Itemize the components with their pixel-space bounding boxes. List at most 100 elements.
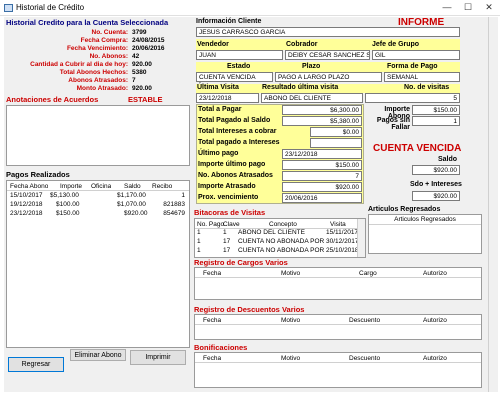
pagos-grid[interactable]: Fecha Abono Importe Oficina Saldo Recibo… xyxy=(6,180,190,348)
novisitas-field[interactable]: 5 xyxy=(365,93,460,103)
totals-row: Total a Pagar $6,300.00 xyxy=(198,105,362,116)
table-row[interactable]: 1 1 ABONO DEL CLIENTE 15/11/2017 xyxy=(195,229,358,238)
jefe-field[interactable]: GIL xyxy=(372,50,460,60)
totals-row: No. Abonos Atrasados 7 xyxy=(198,171,362,182)
col-header[interactable]: Saldo xyxy=(124,182,141,191)
status-label: ESTABLE xyxy=(128,95,163,104)
pagos-grid-header: Fecha Abono Importe Oficina Saldo Recibo xyxy=(7,181,189,191)
descuentos-grid-header: Fecha Motivo Descuento Autorizo xyxy=(195,315,481,325)
col-header[interactable]: Autorizo xyxy=(423,269,447,278)
cargos-grid-header: Fecha Motivo Cargo Autorizo xyxy=(195,268,481,278)
summary-value: 5380 xyxy=(132,69,147,76)
table-row[interactable]: 23/12/2018 $150.00 $920.00 854679 xyxy=(7,210,189,219)
cobrador-field[interactable]: DEIBY CESAR SANCHEZ SEDA xyxy=(285,50,370,60)
col-header[interactable]: Clave xyxy=(223,220,240,229)
col-header[interactable]: Motivo xyxy=(281,354,300,363)
saldo-field[interactable]: $920.00 xyxy=(412,165,460,175)
bonificaciones-grid-header: Fecha Motivo Descuento Autorizo xyxy=(195,353,481,363)
totals-row: Importe Atrasado $920.00 xyxy=(198,182,362,193)
ultima-visita-field[interactable]: 23/12/2018 xyxy=(196,93,259,103)
summary-value: 920.00 xyxy=(132,85,152,92)
bonificaciones-grid[interactable]: Fecha Motivo Descuento Autorizo xyxy=(194,352,482,388)
cargos-grid[interactable]: Fecha Motivo Cargo Autorizo xyxy=(194,267,482,300)
totals-label: Último pago xyxy=(198,150,239,157)
totals-label: Total Pagado al Saldo xyxy=(198,117,271,124)
maximize-button[interactable]: ☐ xyxy=(461,2,475,13)
col-header[interactable]: Articulos Regresados xyxy=(394,216,456,223)
totals-row: Último pago 23/12/2018 xyxy=(198,149,362,160)
col-header[interactable]: Fecha xyxy=(203,316,221,325)
descuentos-grid[interactable]: Fecha Motivo Descuento Autorizo xyxy=(194,314,482,340)
totals-value[interactable]: 7 xyxy=(282,171,362,181)
novisitas-label: No. de visitas xyxy=(404,84,450,91)
totals-value[interactable]: $150.00 xyxy=(282,160,362,170)
col-header[interactable]: Motivo xyxy=(281,316,300,325)
summary-label: Fecha Compra: xyxy=(80,37,128,44)
col-header[interactable]: Autorizo xyxy=(423,354,447,363)
anotaciones-label: Anotaciones de Acuerdos xyxy=(6,95,99,104)
cell-saldo: $1,170.00 xyxy=(117,192,146,199)
bitacoras-grid[interactable]: No. Pago Clave Concepto Visita 1 1 ABONO… xyxy=(194,218,366,258)
totals-value[interactable] xyxy=(310,138,362,148)
summary-row: No. Cuenta: 3799 xyxy=(2,29,192,37)
summary-label: Cantidad a Cubrir al dia de hoy: xyxy=(30,61,128,68)
col-header[interactable]: Fecha xyxy=(203,269,221,278)
totals-value[interactable]: $0.00 xyxy=(310,127,362,137)
importe-abono-field[interactable]: $150.00 xyxy=(412,105,460,115)
summary-label: Total Abonos Hechos: xyxy=(59,69,128,76)
summary-value: 3799 xyxy=(132,29,147,36)
anotaciones-textarea[interactable] xyxy=(6,105,190,166)
totals-value[interactable]: $6,300.00 xyxy=(282,105,362,115)
sdo-int-field[interactable]: $920.00 xyxy=(412,191,460,201)
col-header[interactable]: Concepto xyxy=(269,220,297,229)
col-header[interactable]: Fecha xyxy=(203,354,221,363)
col-header[interactable]: Cargo xyxy=(359,269,377,278)
resultado-label: Resultado última visita xyxy=(262,84,339,91)
window-scrollbar[interactable] xyxy=(488,17,498,392)
cell-concepto: ABONO DEL CLIENTE xyxy=(238,229,305,236)
plazo-field[interactable]: PAGO A LARGO PLAZO xyxy=(275,72,382,82)
summary-value: 7 xyxy=(132,77,136,84)
vendedor-field[interactable]: JUAN xyxy=(196,50,283,60)
totals-label: Total Intereses a cobrar xyxy=(198,128,277,135)
totals-value[interactable]: 20/06/2016 xyxy=(282,193,362,203)
regresar-button[interactable]: Regresar xyxy=(8,357,64,372)
col-header[interactable]: Motivo xyxy=(281,269,300,278)
totals-value[interactable]: $920.00 xyxy=(282,182,362,192)
col-header[interactable]: Fecha Abono xyxy=(10,182,48,191)
bitacoras-scrollbar[interactable] xyxy=(357,219,365,257)
col-header[interactable]: Recibo xyxy=(152,182,172,191)
col-header[interactable]: Autorizo xyxy=(423,316,447,325)
cell-fecha: 15/10/2017 xyxy=(10,192,43,199)
totals-value[interactable]: 23/12/2018 xyxy=(282,149,362,159)
resultado-field[interactable]: ABONO DEL CLIENTE xyxy=(261,93,363,103)
eliminar-abono-button[interactable]: Eliminar Abono xyxy=(70,349,126,361)
minimize-button[interactable]: — xyxy=(440,2,454,13)
table-row[interactable]: 1 17 CUENTA NO ABONADA POR 30/12/2017 xyxy=(195,238,359,247)
summary-row: Monto Atrasado: 920.00 xyxy=(2,85,192,93)
col-header[interactable]: Visita xyxy=(330,220,346,229)
close-button[interactable]: ✕ xyxy=(482,2,496,13)
summary-row: Cantidad a Cubrir al dia de hoy: 920.00 xyxy=(2,61,192,69)
table-row[interactable]: 1 17 CUENTA NO ABONADA POR 25/10/2018 xyxy=(195,247,359,256)
totals-row: Prox. vencimiento 20/06/2016 xyxy=(198,193,362,204)
col-header[interactable]: Oficina xyxy=(91,182,111,191)
sdo-int-label: Sdo + Intereses xyxy=(410,181,462,188)
articulos-grid[interactable]: Articulos Regresados xyxy=(368,214,482,254)
cliente-field[interactable]: JESUS CARRASCO GARCIA xyxy=(196,27,460,37)
totals-row: Total pagado a Intereses xyxy=(198,138,362,149)
col-header[interactable]: Descuento xyxy=(349,354,380,363)
imprimir-button[interactable]: Imprimir xyxy=(130,350,186,365)
totals-value[interactable]: $5,380.00 xyxy=(282,116,362,126)
table-row[interactable]: 15/10/2017 $5,130.00 $1,170.00 1 xyxy=(7,192,189,201)
window-title: Historial de Crédito xyxy=(16,3,85,12)
col-header[interactable]: Descuento xyxy=(349,316,380,325)
summary-value: 42 xyxy=(132,53,140,60)
forma-field[interactable]: SEMANAL xyxy=(384,72,460,82)
totals-label: Importe último pago xyxy=(198,161,266,168)
col-header[interactable]: Importe xyxy=(60,182,82,191)
table-row[interactable]: 19/12/2018 $100.00 $1,070.00 821883 xyxy=(7,201,189,210)
estado-field[interactable]: CUENTA VENCIDA xyxy=(196,72,273,82)
pagos-sin-fallar-field[interactable]: 1 xyxy=(412,116,460,126)
col-header[interactable]: No. Pago xyxy=(197,220,224,229)
